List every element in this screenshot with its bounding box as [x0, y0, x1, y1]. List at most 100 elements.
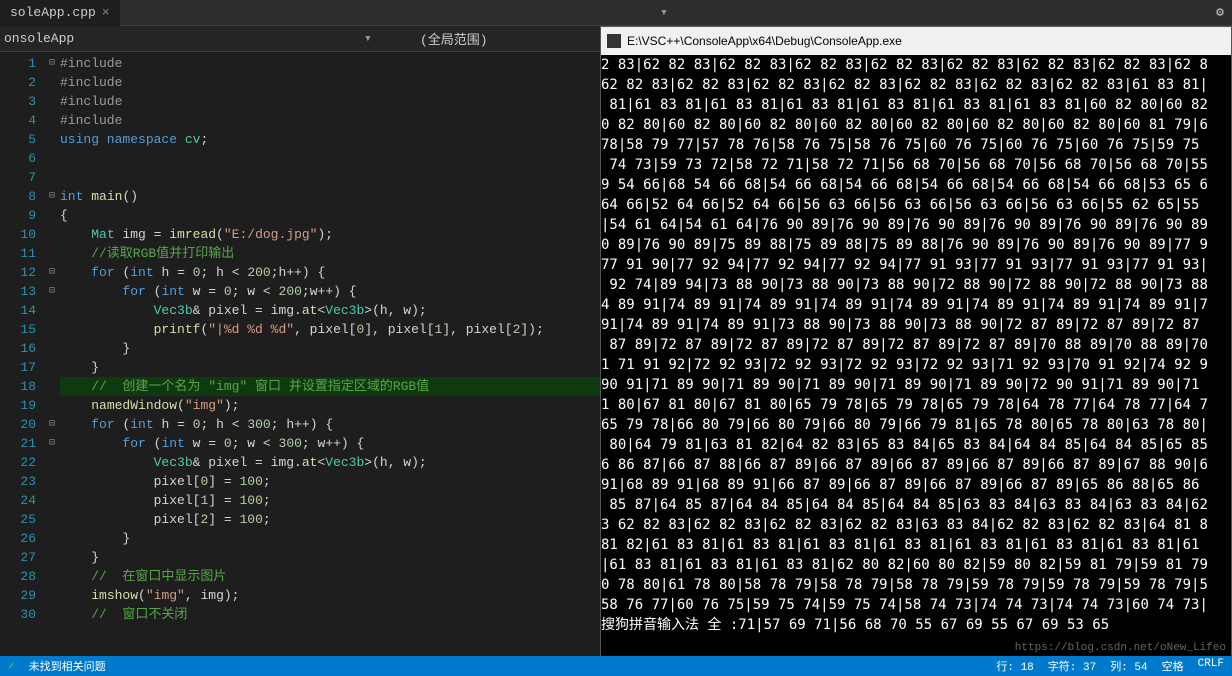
code-line[interactable]: // 窗口不关闭 — [60, 605, 600, 624]
watermark: https://blog.csdn.net/oNew_Lifeo — [1015, 642, 1226, 654]
fold-toggle — [44, 472, 60, 491]
fold-toggle — [44, 244, 60, 263]
line-number: 27 — [0, 548, 36, 567]
code-line[interactable] — [60, 168, 600, 187]
line-number: 5 — [0, 130, 36, 149]
line-number: 8 — [0, 187, 36, 206]
line-number: 11 — [0, 244, 36, 263]
fold-toggle — [44, 358, 60, 377]
line-number: 13 — [0, 282, 36, 301]
code-line[interactable]: // 在窗口中显示图片 — [60, 567, 600, 586]
scope-label: (全局范围) — [420, 29, 488, 48]
line-number: 10 — [0, 225, 36, 244]
fold-toggle[interactable]: ⊟ — [44, 282, 60, 301]
issues-label[interactable]: 未找到相关问题 — [29, 658, 106, 674]
code-line[interactable]: #include — [60, 111, 600, 130]
line-number: 14 — [0, 301, 36, 320]
fold-toggle — [44, 491, 60, 510]
code-line[interactable]: pixel[1] = 100; — [60, 491, 600, 510]
fold-toggle — [44, 206, 60, 225]
line-number: 17 — [0, 358, 36, 377]
breadcrumb-class[interactable]: onsoleApp ▾ — [0, 26, 380, 51]
line-gutter: 1234567891011121314151617181920212223242… — [0, 52, 44, 656]
code-line[interactable]: #include — [60, 73, 600, 92]
gear-icon[interactable]: ⚙ — [1208, 5, 1232, 20]
fold-toggle — [44, 320, 60, 339]
code-line[interactable]: Vec3b& pixel = img.at<Vec3b>(h, w); — [60, 453, 600, 472]
status-chars[interactable]: 字符: 37 — [1048, 658, 1096, 674]
app-icon — [607, 34, 621, 48]
fold-toggle[interactable]: ⊟ — [44, 54, 60, 73]
fold-toggle[interactable]: ⊟ — [44, 434, 60, 453]
line-number: 24 — [0, 491, 36, 510]
close-icon[interactable]: × — [102, 5, 110, 20]
code-line[interactable]: Mat img = imread("E:/dog.jpg"); — [60, 225, 600, 244]
status-line[interactable]: 行: 18 — [996, 658, 1033, 674]
code-line[interactable]: // 创建一个名为 "img" 窗口 并设置指定区域的RGB值 — [60, 377, 600, 396]
fold-toggle — [44, 586, 60, 605]
fold-toggle — [44, 339, 60, 358]
line-number: 18 — [0, 377, 36, 396]
line-number: 29 — [0, 586, 36, 605]
code-line[interactable]: { — [60, 206, 600, 225]
console-titlebar[interactable]: E:\VSC++\ConsoleApp\x64\Debug\ConsoleApp… — [601, 27, 1231, 55]
code-line[interactable]: } — [60, 548, 600, 567]
code-line[interactable] — [60, 149, 600, 168]
fold-toggle — [44, 548, 60, 567]
fold-toggle — [44, 377, 60, 396]
code-line[interactable]: printf("|%d %d %d", pixel[0], pixel[1], … — [60, 320, 600, 339]
file-tab[interactable]: soleApp.cpp × — [0, 0, 120, 26]
code-line[interactable]: //读取RGB值并打印输出 — [60, 244, 600, 263]
code-line[interactable]: pixel[0] = 100; — [60, 472, 600, 491]
code-line[interactable]: for (int h = 0; h < 300; h++) { — [60, 415, 600, 434]
line-number: 26 — [0, 529, 36, 548]
line-number: 25 — [0, 510, 36, 529]
console-window: E:\VSC++\ConsoleApp\x64\Debug\ConsoleApp… — [600, 26, 1232, 658]
line-number: 28 — [0, 567, 36, 586]
fold-toggle — [44, 130, 60, 149]
code-line[interactable]: Vec3b& pixel = img.at<Vec3b>(h, w); — [60, 301, 600, 320]
fold-toggle — [44, 73, 60, 92]
code-line[interactable]: for (int h = 0; h < 200;h++) { — [60, 263, 600, 282]
code-line[interactable]: imshow("img", img); — [60, 586, 600, 605]
code-area[interactable]: #include #include #include #include usin… — [60, 52, 600, 656]
fold-toggle[interactable]: ⊟ — [44, 415, 60, 434]
console-output[interactable]: 2 83|62 82 83|62 82 83|62 82 83|62 82 83… — [601, 55, 1231, 657]
tab-bar: soleApp.cpp × ▾ ⚙ — [0, 0, 1232, 26]
code-line[interactable]: } — [60, 529, 600, 548]
code-line[interactable]: pixel[2] = 100; — [60, 510, 600, 529]
fold-toggle — [44, 111, 60, 130]
line-number: 2 — [0, 73, 36, 92]
line-number: 22 — [0, 453, 36, 472]
line-number: 30 — [0, 605, 36, 624]
line-number: 6 — [0, 149, 36, 168]
line-number: 12 — [0, 263, 36, 282]
fold-toggle[interactable]: ⊟ — [44, 187, 60, 206]
fold-toggle — [44, 92, 60, 111]
code-line[interactable]: namedWindow("img"); — [60, 396, 600, 415]
code-line[interactable]: #include — [60, 54, 600, 73]
code-line[interactable]: int main() — [60, 187, 600, 206]
tab-dropdown-icon[interactable]: ▾ — [658, 5, 670, 20]
code-line[interactable]: } — [60, 358, 600, 377]
line-number: 7 — [0, 168, 36, 187]
code-line[interactable]: using namespace cv; — [60, 130, 600, 149]
status-bar: ✓ 未找到相关问题 行: 18 字符: 37 列: 54 空格 CRLF — [0, 656, 1232, 676]
status-right: 行: 18 字符: 37 列: 54 空格 CRLF — [996, 658, 1224, 674]
status-col[interactable]: 列: 54 — [1110, 658, 1147, 674]
code-editor[interactable]: 1234567891011121314151617181920212223242… — [0, 52, 600, 656]
fold-toggle[interactable]: ⊟ — [44, 263, 60, 282]
fold-toggle — [44, 605, 60, 624]
fold-toggle — [44, 396, 60, 415]
code-line[interactable]: for (int w = 0; w < 300; w++) { — [60, 434, 600, 453]
fold-toggle — [44, 168, 60, 187]
status-crlf[interactable]: CRLF — [1198, 658, 1224, 674]
fold-toggle — [44, 567, 60, 586]
code-line[interactable]: } — [60, 339, 600, 358]
code-line[interactable]: #include — [60, 92, 600, 111]
chevron-down-icon[interactable]: ▾ — [364, 31, 380, 46]
status-spaces[interactable]: 空格 — [1162, 658, 1184, 674]
line-number: 23 — [0, 472, 36, 491]
tab-label: soleApp.cpp — [10, 5, 96, 20]
code-line[interactable]: for (int w = 0; w < 200;w++) { — [60, 282, 600, 301]
